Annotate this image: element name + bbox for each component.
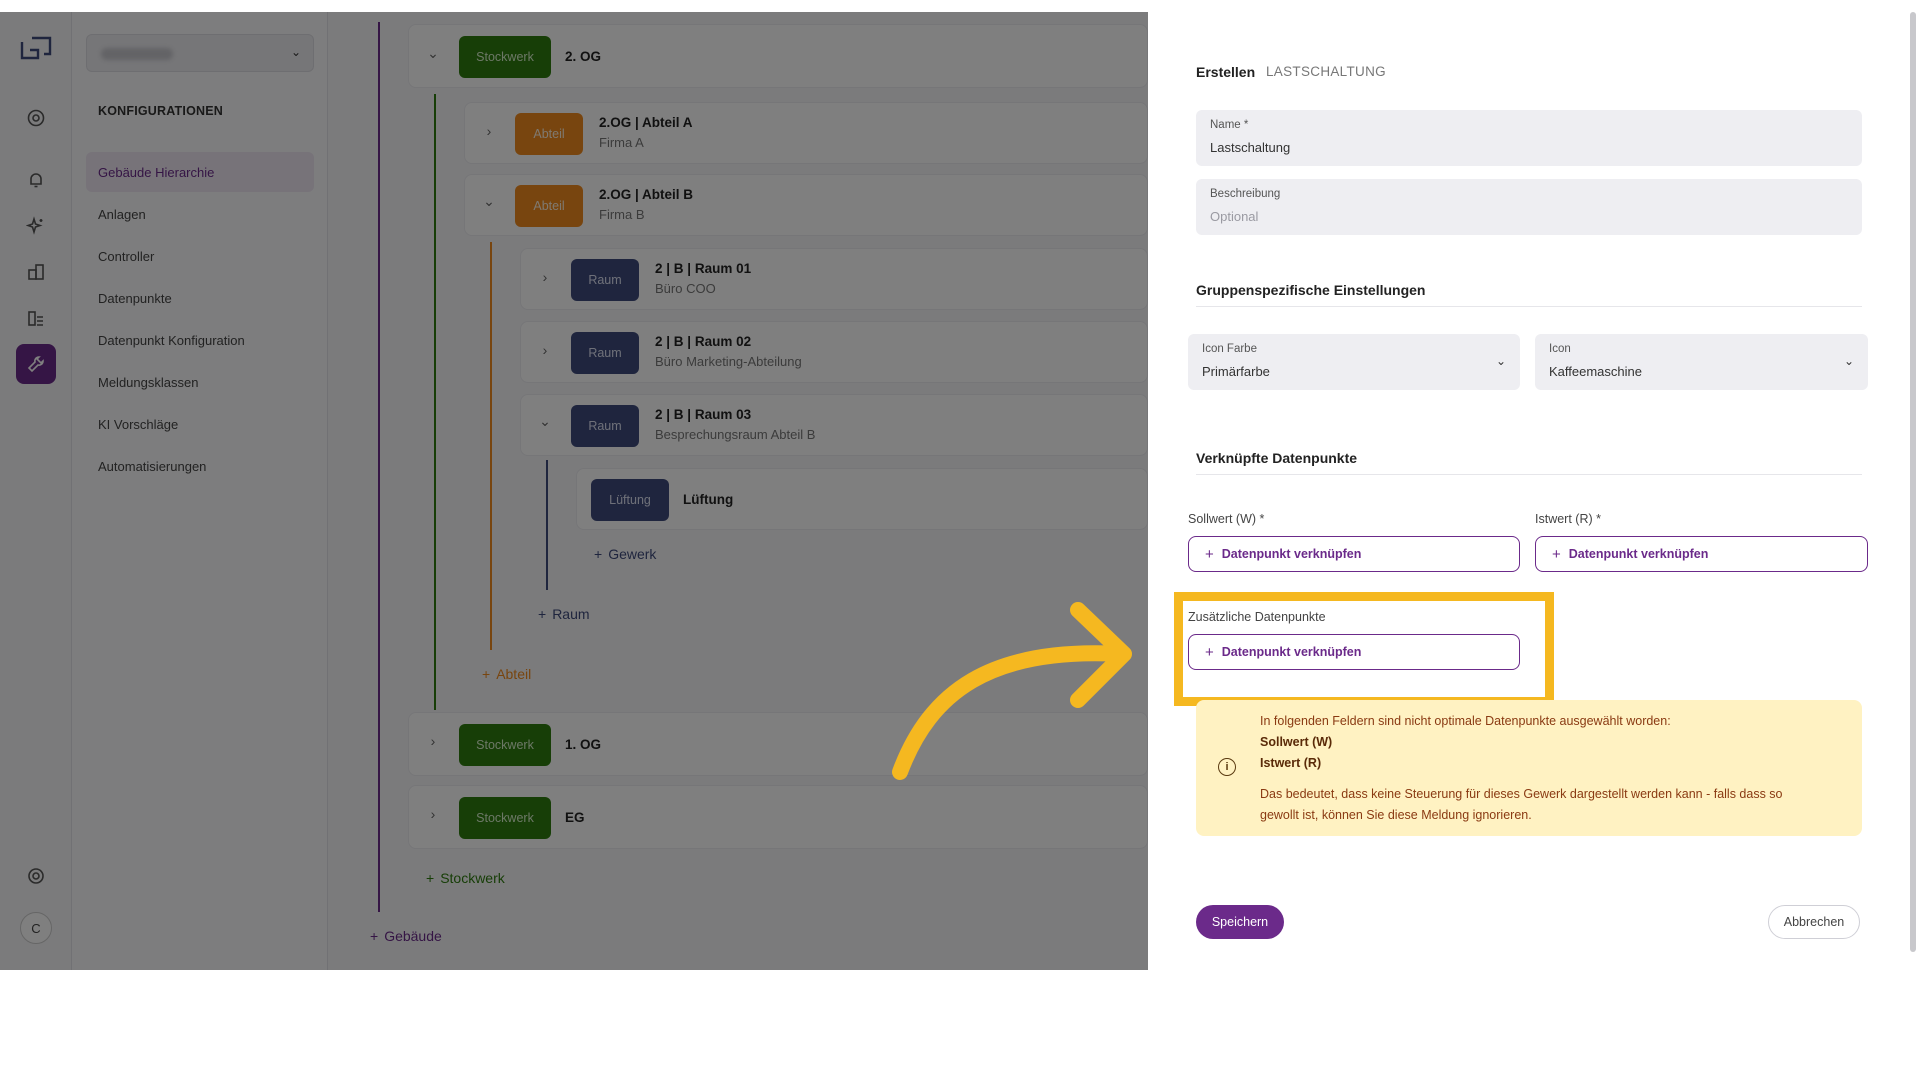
create-panel: Erstellen LASTSCHALTUNG Name * Lastschal… — [1148, 12, 1920, 970]
warning-note: Das bedeutet, dass keine Steuerung für d… — [1260, 787, 1783, 822]
warning-intro: In folgenden Feldern sind nicht optimale… — [1260, 714, 1671, 728]
icon-label: Icon — [1549, 343, 1571, 355]
name-label: Name * — [1210, 119, 1249, 131]
chevron-down-icon: ⌄ — [1843, 354, 1854, 368]
save-button[interactable]: Speichern — [1196, 905, 1284, 939]
group-settings-title: Gruppenspezifische Einstellungen — [1196, 282, 1426, 298]
divider — [1196, 306, 1862, 307]
icon-select[interactable]: Icon Kaffeemaschine ⌄ — [1535, 334, 1868, 390]
plus-icon: + — [1205, 545, 1214, 563]
description-placeholder: Optional — [1210, 209, 1259, 224]
cancel-button[interactable]: Abbrechen — [1768, 905, 1860, 939]
annotation-arrow-icon — [892, 602, 1132, 780]
chevron-down-icon: ⌄ — [1495, 354, 1506, 368]
app-window: C ⌄ KONFIGURATIONEN Gebäude Hierarchie A… — [0, 12, 1920, 970]
icon-color-value: Primärfarbe — [1202, 364, 1270, 379]
divider — [1196, 474, 1862, 475]
sollwert-label: Sollwert (W) * — [1188, 512, 1265, 526]
linked-datapoints-title: Verknüpfte Datenpunkte — [1196, 450, 1358, 466]
info-icon: i — [1218, 758, 1236, 776]
icon-color-select[interactable]: Icon Farbe Primärfarbe ⌄ — [1188, 334, 1520, 390]
istwert-label: Istwert (R) * — [1535, 512, 1601, 526]
name-value: Lastschaltung — [1210, 140, 1291, 155]
sollwert-link-button[interactable]: + Datenpunkt verknüpfen — [1188, 536, 1520, 572]
plus-icon: + — [1552, 545, 1561, 563]
name-field[interactable]: Name * Lastschaltung — [1196, 110, 1862, 166]
modal-backdrop[interactable] — [0, 12, 1148, 970]
warning-item: Istwert (R) — [1260, 756, 1322, 770]
icon-color-label: Icon Farbe — [1202, 343, 1257, 355]
breadcrumb-action: Erstellen — [1196, 64, 1256, 80]
description-label: Beschreibung — [1210, 188, 1281, 200]
description-field[interactable]: Beschreibung Optional — [1196, 179, 1862, 235]
warning-box: i In folgenden Feldern sind nicht optima… — [1196, 700, 1862, 836]
warning-item: Sollwert (W) — [1260, 735, 1333, 749]
breadcrumb-type: LASTSCHALTUNG — [1266, 64, 1386, 79]
icon-value: Kaffeemaschine — [1549, 364, 1642, 379]
istwert-link-button[interactable]: + Datenpunkt verknüpfen — [1535, 536, 1868, 572]
highlight-box — [1174, 592, 1554, 706]
panel-scrollbar[interactable] — [1910, 12, 1916, 952]
